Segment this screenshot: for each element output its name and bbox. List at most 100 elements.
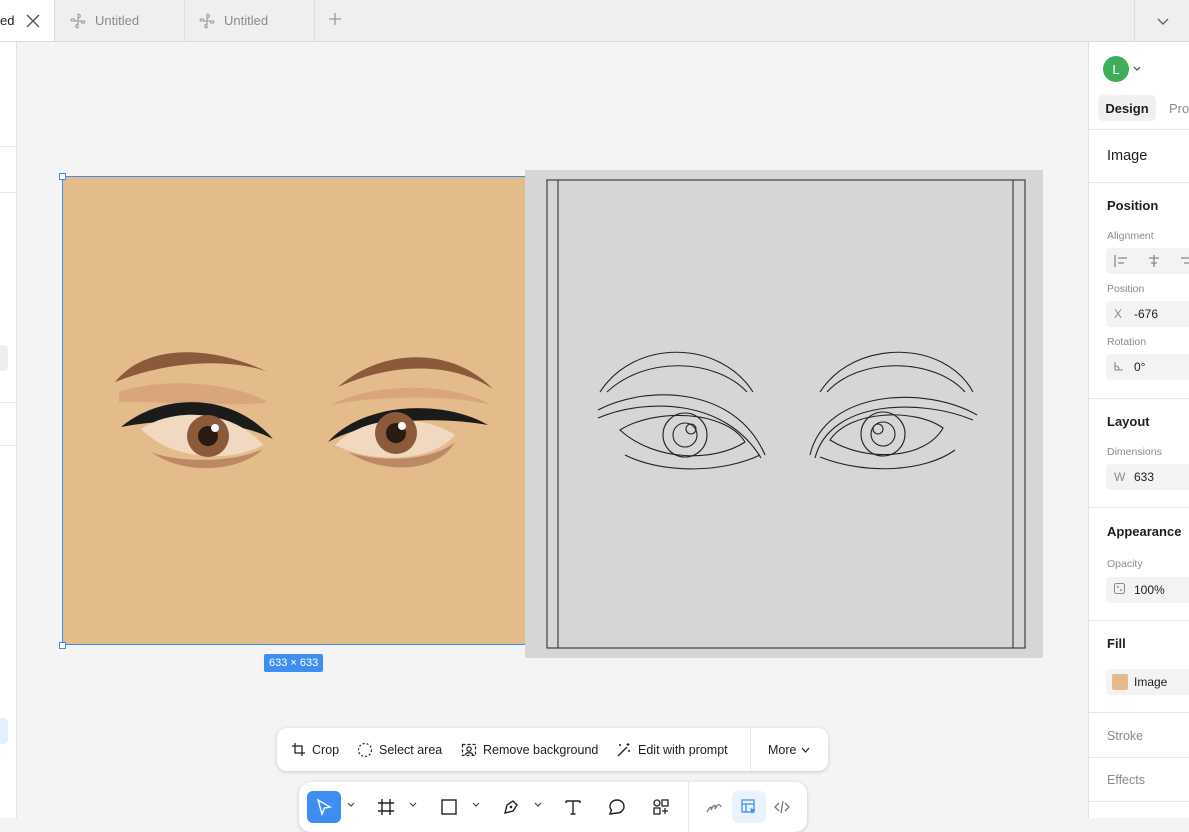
- crop-icon: [292, 743, 305, 756]
- select-area-label: Select area: [379, 742, 443, 757]
- properties-panel: L Design Pro Image Position Alignment Po…: [1088, 42, 1189, 818]
- resize-handle-tl[interactable]: [59, 173, 66, 180]
- position-section-title: Position: [1107, 198, 1159, 213]
- chevron-down-icon[interactable]: [347, 802, 355, 808]
- lasso-icon: [357, 742, 373, 757]
- position-label: Position: [1107, 283, 1145, 295]
- frame-tool-button[interactable]: [369, 791, 403, 823]
- fill-field[interactable]: Image: [1106, 669, 1189, 695]
- text-icon: [565, 800, 581, 815]
- alignment-controls: [1106, 248, 1189, 274]
- draw-mode-button[interactable]: [697, 791, 731, 823]
- tab-untitled-2[interactable]: Untitled: [185, 0, 315, 41]
- crop-button[interactable]: Crop: [291, 728, 339, 771]
- rotation-icon: [1114, 360, 1128, 374]
- opacity-icon: [1114, 583, 1128, 597]
- chevron-down-icon: [802, 747, 810, 753]
- crop-label: Crop: [312, 742, 340, 757]
- fill-section-title: Fill: [1107, 636, 1126, 651]
- width-value: 633: [1134, 470, 1155, 484]
- cursor-icon: [316, 798, 332, 816]
- frame-icon: [378, 799, 394, 815]
- figma-file-icon: [199, 12, 215, 29]
- more-button[interactable]: More: [768, 728, 810, 771]
- x-position-field[interactable]: X -676: [1106, 301, 1189, 327]
- image-frame-sketch[interactable]: [525, 170, 1043, 658]
- tab-untitled-1[interactable]: Untitled: [56, 0, 185, 41]
- rotation-label: Rotation: [1107, 336, 1147, 348]
- tab-bar: ed Untitled Untitled: [0, 0, 1189, 42]
- design-mode-icon: [741, 799, 756, 814]
- close-icon[interactable]: [26, 14, 40, 28]
- appearance-section-title: Appearance: [1107, 524, 1182, 539]
- move-tool-button[interactable]: [307, 791, 341, 823]
- add-tab-button[interactable]: [326, 11, 344, 29]
- pen-icon: [504, 800, 518, 814]
- chevron-down-icon[interactable]: [472, 802, 480, 808]
- more-label: More: [768, 742, 797, 757]
- edit-with-prompt-label: Edit with prompt: [638, 742, 728, 757]
- rotation-field[interactable]: 0°: [1106, 354, 1189, 380]
- tools-toolbar: [299, 782, 807, 832]
- chevron-down-icon[interactable]: [1133, 66, 1141, 72]
- remove-background-label: Remove background: [483, 742, 599, 757]
- image-frame-colored[interactable]: [62, 176, 532, 645]
- actions-tool-button[interactable]: [644, 791, 678, 823]
- opacity-value: 100%: [1134, 583, 1165, 597]
- dev-mode-button[interactable]: [765, 791, 799, 823]
- avatar[interactable]: L: [1103, 56, 1129, 82]
- plus-icon: [329, 13, 341, 25]
- edit-with-prompt-button[interactable]: Edit with prompt: [616, 728, 728, 771]
- x-value: -676: [1134, 307, 1159, 321]
- width-field[interactable]: W 633: [1106, 464, 1189, 490]
- chevron-down-icon[interactable]: [534, 802, 542, 808]
- pen-tool-button[interactable]: [494, 791, 528, 823]
- tab-label: Untitled: [224, 13, 269, 28]
- chevron-down-icon[interactable]: [409, 802, 417, 808]
- opacity-field[interactable]: 100%: [1106, 577, 1189, 603]
- align-center-icon[interactable]: [1147, 254, 1161, 268]
- resize-handle-bl[interactable]: [59, 642, 66, 649]
- components-icon: [653, 799, 669, 815]
- w-prefix: W: [1114, 470, 1126, 484]
- tab-design[interactable]: Design: [1098, 95, 1156, 121]
- dimensions-label: Dimensions: [1107, 446, 1162, 458]
- layout-section-title: Layout: [1107, 414, 1150, 429]
- selection-type: Image: [1107, 148, 1148, 164]
- eyes-sketch: [546, 179, 1026, 649]
- layer-row-selected[interactable]: [0, 718, 8, 744]
- figma-file-icon: [70, 12, 86, 29]
- align-right-icon[interactable]: [1180, 254, 1189, 268]
- image-actions-toolbar: Crop Select area Remove background Edit …: [277, 728, 828, 771]
- eyes-illustration: [115, 352, 493, 469]
- design-mode-button[interactable]: [732, 791, 766, 823]
- magic-wand-icon: [617, 742, 630, 756]
- opacity-label: Opacity: [1107, 558, 1143, 570]
- align-left-icon[interactable]: [1114, 254, 1128, 268]
- alignment-label: Alignment: [1107, 230, 1154, 242]
- rotation-value: 0°: [1134, 360, 1146, 374]
- tab-prototype[interactable]: Pro: [1169, 101, 1189, 116]
- tab-current[interactable]: ed: [0, 0, 55, 41]
- layers-panel: [0, 42, 17, 818]
- text-tool-button[interactable]: [556, 791, 590, 823]
- draw-icon: [706, 803, 722, 813]
- fill-value: Image: [1134, 675, 1168, 689]
- rectangle-icon: [441, 799, 457, 815]
- effects-section-title[interactable]: Effects: [1107, 773, 1145, 787]
- remove-background-button[interactable]: Remove background: [461, 728, 598, 771]
- remove-background-icon: [461, 743, 477, 756]
- select-area-button[interactable]: Select area: [357, 728, 442, 771]
- tab-label: Untitled: [95, 13, 140, 28]
- comment-tool-button[interactable]: [600, 791, 634, 823]
- rectangle-tool-button[interactable]: [432, 791, 466, 823]
- fill-image-swatch: [1112, 674, 1128, 690]
- code-icon: [774, 800, 790, 814]
- stroke-section-title[interactable]: Stroke: [1107, 729, 1143, 743]
- comment-icon: [608, 799, 625, 815]
- tabs-menu-button[interactable]: [1134, 0, 1189, 41]
- layer-row[interactable]: [0, 345, 8, 371]
- chevron-down-icon: [1157, 18, 1168, 25]
- dimensions-badge: 633 × 633: [264, 654, 324, 672]
- x-prefix: X: [1114, 307, 1123, 321]
